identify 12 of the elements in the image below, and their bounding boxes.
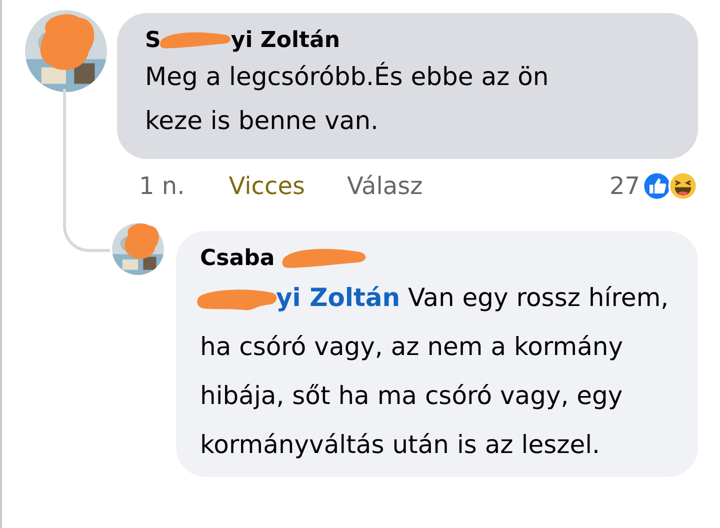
reaction-link[interactable]: Vicces: [228, 172, 305, 200]
timestamp: 1 n.: [139, 172, 185, 200]
reply-text: yi Zoltán Van egy rossz hírem, ha csóró vagy, az nem a kormány hibája, sőt ha ma csóró vagy, egy kormányváltás után is az leszel.: [200, 273, 678, 469]
reaction-count: 27: [609, 172, 640, 200]
author-name[interactable]: S: [145, 28, 161, 52]
laughing-emoji-icon: [668, 171, 698, 201]
author-name[interactable]: yi Zoltán: [230, 28, 340, 52]
author-name[interactable]: Csaba: [200, 246, 275, 270]
comment-text: Meg a legcsóróbb.És ebbe az ön keze is benne van.: [145, 60, 550, 137]
like-icon: [642, 171, 672, 201]
reply-link[interactable]: Válasz: [346, 172, 423, 200]
mention-link[interactable]: yi Zoltán: [276, 283, 400, 312]
